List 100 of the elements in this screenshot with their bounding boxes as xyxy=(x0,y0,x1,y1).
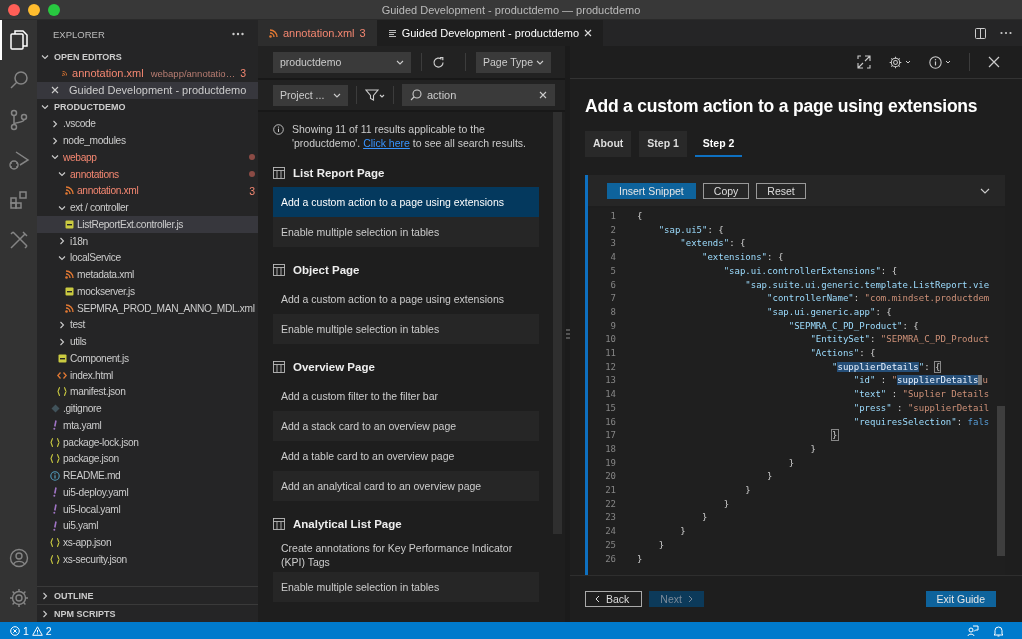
open-editor-item[interactable]: annotation.xml xyxy=(72,67,144,80)
search-icon xyxy=(410,89,422,101)
folder-item[interactable]: utils xyxy=(70,336,87,348)
folder-item[interactable]: test xyxy=(70,319,86,331)
guide-list-item[interactable]: Enable multiple selection in tables xyxy=(273,217,539,247)
guide-list-item[interactable]: Add a table card to an overview page xyxy=(273,441,539,471)
guide-list-item[interactable]: Add a stack card to an overview page xyxy=(273,411,539,441)
guide-list-item[interactable]: Create annotations for Key Performance Indicator (KPI) Tags xyxy=(273,538,539,572)
folder-item[interactable]: webapp xyxy=(63,151,97,163)
braces-icon xyxy=(57,387,67,397)
extensions-icon[interactable] xyxy=(8,190,29,210)
guide-list-item[interactable]: Enable multiple selection in tables xyxy=(273,314,539,344)
file-item[interactable]: package-lock.json xyxy=(63,436,139,448)
editor-tab[interactable]: Guided Development - productdemo xyxy=(376,20,603,46)
expand-icon[interactable] xyxy=(857,55,871,69)
folder-item[interactable]: localService xyxy=(70,252,121,264)
search-field[interactable]: action xyxy=(402,84,555,106)
line-number: 15 xyxy=(604,401,616,415)
step-tab[interactable]: Step 2 xyxy=(694,131,743,157)
exclamation-icon xyxy=(52,420,58,431)
step-tab[interactable]: Step 1 xyxy=(639,131,687,157)
close-window-button[interactable] xyxy=(8,3,20,16)
clear-icon[interactable] xyxy=(539,91,547,99)
code-line: "sap.ui5": { xyxy=(657,223,724,237)
guide-list-item[interactable]: Add a custom action to a page using extensions xyxy=(273,187,539,217)
file-item[interactable]: mockserver.js xyxy=(77,285,135,297)
file-item[interactable]: ui5.yaml xyxy=(63,520,99,532)
folder-item[interactable]: .vscode xyxy=(63,118,96,130)
more-actions-icon[interactable] xyxy=(232,32,244,36)
snippet-button[interactable]: Copy xyxy=(702,182,750,199)
file-item[interactable]: mta.yaml xyxy=(63,419,102,431)
folder-item[interactable]: node_modules xyxy=(63,135,126,147)
collapsed-section-header[interactable]: OUTLINE xyxy=(37,586,258,604)
feedback-icon[interactable] xyxy=(967,624,979,637)
snippet-button[interactable]: Reset xyxy=(756,182,806,199)
settings-menu-button[interactable] xyxy=(889,55,911,69)
folder-item[interactable]: ext / controller xyxy=(70,202,129,214)
close-icon[interactable] xyxy=(584,29,592,37)
search-icon[interactable] xyxy=(8,70,29,90)
editor-tab[interactable]: annotation.xml 3 xyxy=(258,20,377,46)
file-item[interactable]: SEPMRA_PROD_MAN_ANNO_MDL.xml xyxy=(77,302,255,314)
file-item[interactable]: xs-app.json xyxy=(63,537,112,549)
project-header[interactable]: PRODUCTDEMO xyxy=(37,98,258,116)
file-item[interactable]: index.html xyxy=(70,369,113,381)
folder-item[interactable]: annotations xyxy=(70,168,119,180)
guide-list-item[interactable]: Add a custom action to a page using extensions xyxy=(273,284,539,314)
account-icon[interactable] xyxy=(8,548,29,568)
back-button[interactable]: Back xyxy=(585,591,643,607)
file-item[interactable]: annotation.xml xyxy=(77,185,139,197)
filter-icon[interactable] xyxy=(365,89,385,101)
file-item[interactable]: xs-security.json xyxy=(63,553,127,565)
exit-guide-button[interactable]: Exit Guide xyxy=(925,591,996,607)
scrollbar-thumb[interactable] xyxy=(997,406,1005,556)
step-tab[interactable]: About xyxy=(585,131,632,157)
drag-handle-icon[interactable] xyxy=(565,329,570,339)
files-icon[interactable] xyxy=(8,29,29,51)
snippet-button[interactable]: Insert Snippet xyxy=(607,182,696,199)
braces-icon xyxy=(50,454,60,464)
file-item[interactable]: ui5-deploy.yaml xyxy=(63,486,129,498)
scope-filter-dropdown[interactable]: Project ... xyxy=(273,84,348,106)
warning-icon xyxy=(31,625,43,636)
more-actions-icon[interactable] xyxy=(1000,31,1012,35)
minimize-window-button[interactable] xyxy=(28,3,40,16)
code-line: "extends": { xyxy=(679,237,746,251)
line-number: 7 xyxy=(609,292,616,306)
close-icon[interactable] xyxy=(51,86,59,95)
close-icon[interactable] xyxy=(988,56,1000,68)
line-number: 9 xyxy=(609,319,616,333)
line-number: 4 xyxy=(609,251,616,265)
open-editors-header[interactable]: OPEN EDITORS xyxy=(37,48,258,65)
bell-icon[interactable] xyxy=(993,624,1004,637)
code-line: } xyxy=(809,442,816,456)
chevron-icon[interactable] xyxy=(980,187,990,194)
rss-file-icon xyxy=(64,303,74,313)
zoom-window-button[interactable] xyxy=(48,3,60,16)
line-number: 17 xyxy=(604,429,616,443)
file-item[interactable]: ui5-local.yaml xyxy=(63,503,121,515)
problems-status[interactable]: 1 2 xyxy=(10,624,52,637)
file-item[interactable]: metadata.xml xyxy=(77,269,134,281)
see-all-link[interactable]: Click here xyxy=(363,137,410,149)
guide-list-item[interactable]: Add an analytical card to an overview page xyxy=(273,471,539,501)
code-line: } xyxy=(701,511,708,525)
guide-list-item[interactable]: Add a custom filter to the filter bar xyxy=(273,381,539,411)
guide-list-item[interactable]: Enable multiple selection in tables xyxy=(273,572,539,602)
file-item[interactable]: README.md xyxy=(63,470,121,482)
info-menu-button[interactable] xyxy=(929,55,951,69)
line-number: 12 xyxy=(604,360,616,374)
file-item[interactable]: package.json xyxy=(63,453,119,465)
explorer-title: EXPLORER xyxy=(53,28,105,40)
settings-icon[interactable] xyxy=(8,588,29,608)
split-editor-icon[interactable] xyxy=(975,27,986,39)
page-type-dropdown[interactable]: Page Type xyxy=(476,51,551,73)
run-debug-icon[interactable] xyxy=(7,149,30,171)
file-item[interactable]: manifest.json xyxy=(70,386,126,398)
refresh-icon[interactable] xyxy=(432,55,445,69)
file-item[interactable]: .gitignore xyxy=(63,403,102,415)
project-name-dropdown[interactable]: productdemo xyxy=(273,51,411,73)
branch-icon[interactable] xyxy=(9,109,28,131)
file-item[interactable]: Component.js xyxy=(70,352,129,364)
folder-item[interactable]: i18n xyxy=(70,235,88,247)
